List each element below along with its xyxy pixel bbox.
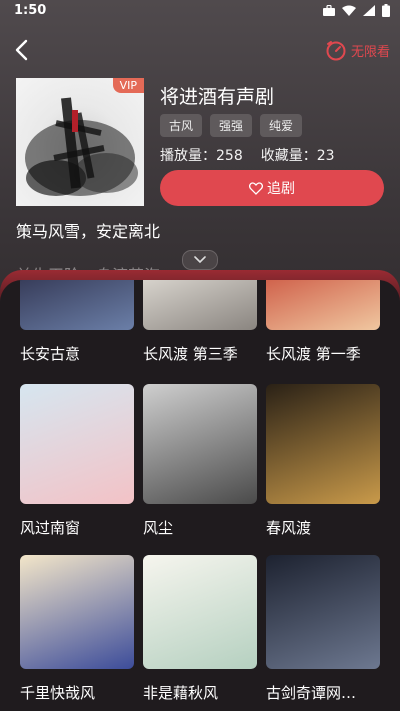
- drama-stats: 播放量：258 收藏量：23: [160, 145, 335, 165]
- status-icons: [323, 4, 390, 17]
- tag-chip[interactable]: 古风: [160, 114, 203, 137]
- recommendation-card[interactable]: 千里快哉风: [20, 555, 134, 703]
- recommendation-title: 古剑奇谭网…: [266, 684, 357, 702]
- tag-chip[interactable]: 纯爱: [260, 114, 303, 137]
- play-count: 播放量：258: [160, 148, 243, 164]
- follow-label: 追剧: [267, 181, 295, 197]
- unlimited-watch-button[interactable]: 无限看: [325, 36, 390, 64]
- signal-icon: [363, 5, 375, 16]
- briefcase-icon: [323, 5, 335, 16]
- recommendation-card[interactable]: 非是藉秋风: [143, 555, 257, 703]
- recommendation-cover[interactable]: [266, 384, 380, 504]
- back-arrow-icon[interactable]: [8, 36, 36, 64]
- recommendation-title: 风过南窗: [20, 519, 81, 537]
- recommendation-cover[interactable]: [143, 280, 257, 330]
- vip-badge: VIP: [112, 78, 144, 93]
- unlimited-label: 无限看: [350, 44, 390, 60]
- recommendation-cover[interactable]: [143, 555, 257, 669]
- recommendation-title: 千里快哉风: [20, 684, 96, 702]
- recommendation-card[interactable]: 风尘: [143, 384, 257, 538]
- recommendation-card[interactable]: 古剑奇谭网…: [266, 555, 380, 703]
- recommendation-title: 长风渡 第一季: [266, 345, 361, 363]
- recommendation-cover[interactable]: [20, 280, 134, 330]
- recommendation-title: 风尘: [143, 519, 174, 537]
- recommendation-title: 春风渡: [266, 519, 312, 537]
- tag-chip[interactable]: 强强: [210, 114, 253, 137]
- recommendation-cover[interactable]: [266, 280, 380, 330]
- recommendation-title: 长安古意: [20, 345, 81, 363]
- recommendation-card[interactable]: 长风渡 第三季: [143, 280, 257, 364]
- recommendation-cover[interactable]: [20, 384, 134, 504]
- recommendation-sheet: 长安古意 长风渡 第三季 长风渡 第一季风过南窗 风尘 春风渡千里快哉风 非是藉秋风 古剑奇…: [0, 280, 400, 711]
- tag-list: 古风 强强 纯爱: [160, 114, 303, 137]
- expand-description-button[interactable]: [182, 250, 218, 270]
- status-bar: 1:50: [0, 0, 400, 24]
- timer-icon: [326, 41, 346, 61]
- top-bar: 无限看: [0, 30, 400, 70]
- description-line-1: 策马风雪，安定离北: [16, 222, 161, 241]
- recommendation-title: 长风渡 第三季: [143, 345, 238, 363]
- heart-plus-icon: [249, 181, 263, 195]
- recommendation-card[interactable]: 春风渡: [266, 384, 380, 538]
- chevron-down-icon: [194, 256, 206, 264]
- status-time: 1:50: [14, 3, 47, 18]
- recommendation-title: 非是藉秋风: [143, 684, 219, 702]
- wifi-icon: [342, 5, 356, 16]
- ink-wash-artwork: [25, 97, 138, 196]
- recommendation-card[interactable]: 长风渡 第一季: [266, 280, 380, 364]
- recommendation-card[interactable]: 长安古意: [20, 280, 134, 364]
- recommendation-cover[interactable]: [143, 384, 257, 504]
- battery-icon: [382, 4, 390, 17]
- drama-cover-image[interactable]: VIP: [16, 78, 144, 206]
- favorite-count: 收藏量：23: [260, 148, 335, 164]
- recommendation-cover[interactable]: [20, 555, 134, 669]
- recommendation-cover[interactable]: [266, 555, 380, 669]
- recommendation-card[interactable]: 风过南窗: [20, 384, 134, 538]
- drama-title: 将进酒有声剧: [160, 86, 275, 108]
- follow-drama-button[interactable]: 追剧: [160, 170, 384, 206]
